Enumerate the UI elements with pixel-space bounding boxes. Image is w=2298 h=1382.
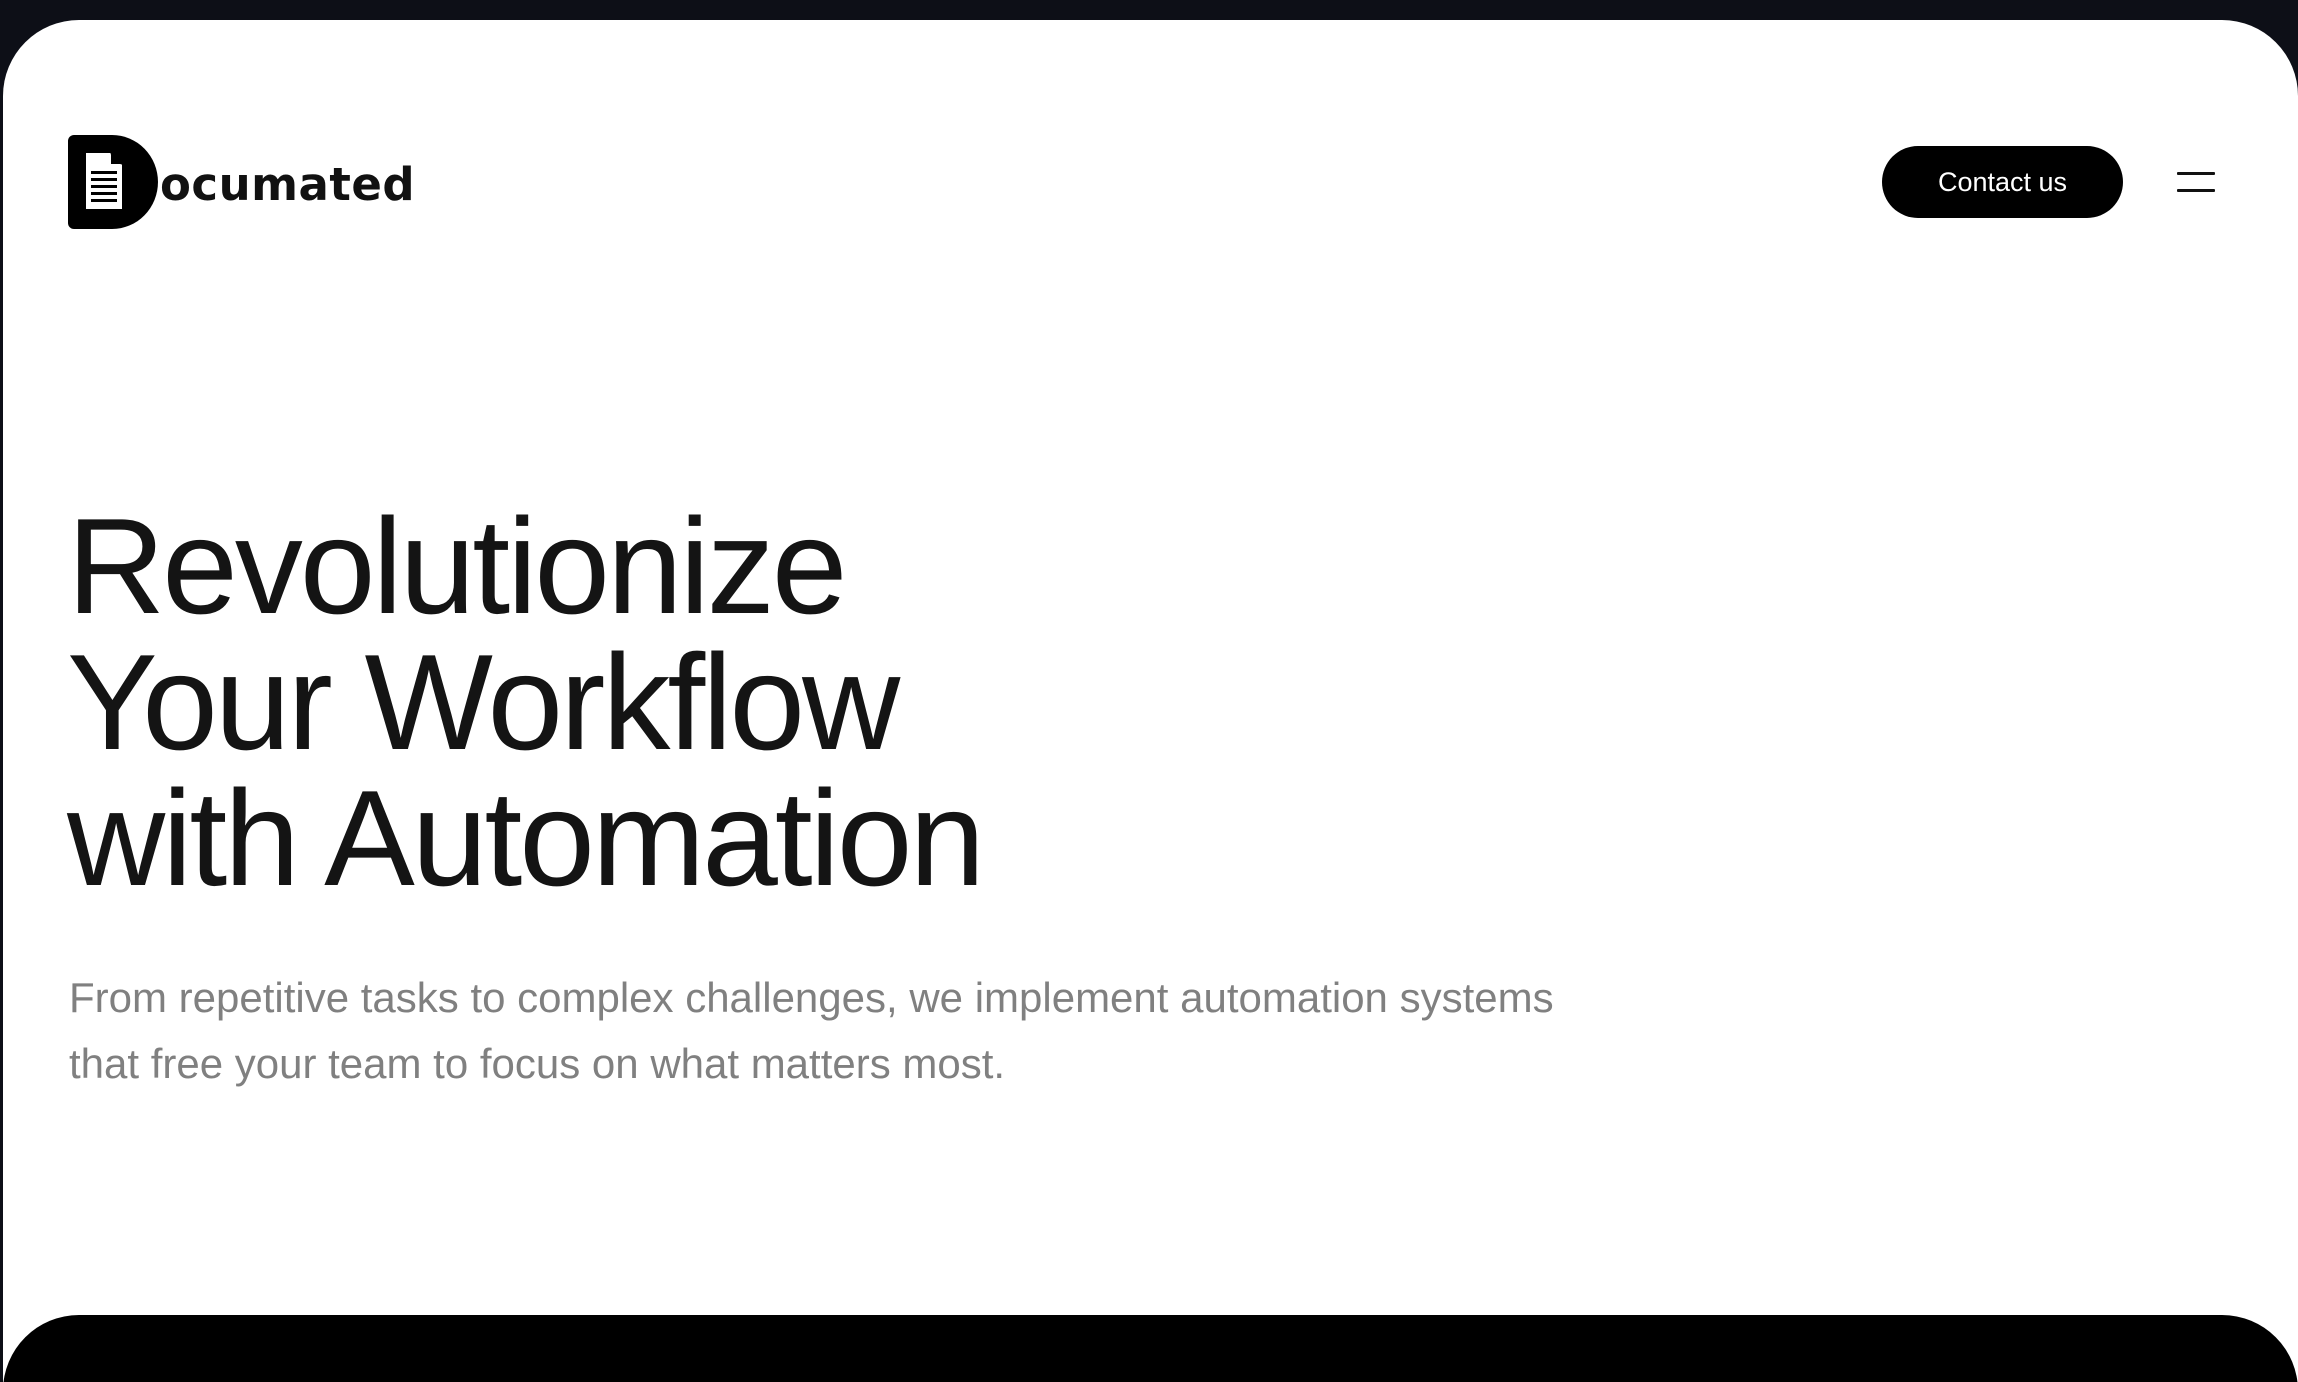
next-section-band [3,1315,2298,1382]
page-frame: ocumated Contact us Revolutionize Your W… [3,20,2298,1382]
hero-title: Revolutionize Your Workflow with Automat… [67,490,985,914]
hero-title-line-1: Revolutionize [67,490,847,642]
contact-us-button[interactable]: Contact us [1882,146,2123,218]
brand-name: ocumated [160,157,416,211]
document-logo-icon [68,135,158,229]
brand-logo[interactable]: ocumated [68,135,415,229]
hamburger-icon[interactable] [2168,160,2224,204]
menu-line-top [2177,172,2215,175]
hero-title-line-2: Your Workflow [67,626,900,778]
hero-title-line-3: with Automation [67,762,985,914]
hero-subtitle: From repetitive tasks to complex challen… [69,974,1554,1087]
menu-line-bottom [2177,189,2215,192]
